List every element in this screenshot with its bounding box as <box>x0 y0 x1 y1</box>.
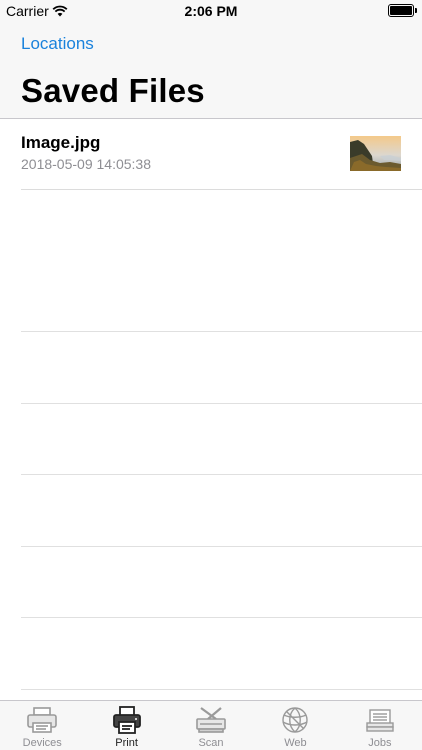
jobs-stack-icon <box>363 705 397 740</box>
tab-jobs[interactable]: Jobs <box>338 701 422 750</box>
row-separator <box>21 403 422 404</box>
file-name: Image.jpg <box>21 133 101 152</box>
battery-icon <box>388 4 417 17</box>
tab-label: Jobs <box>368 737 392 749</box>
status-bar: Carrier 2:06 PM <box>0 0 422 22</box>
tab-bar: Devices Print Scan Web Jobs <box>0 700 422 750</box>
row-separator <box>21 331 422 332</box>
print-icon <box>110 705 144 740</box>
globe-icon <box>278 705 312 740</box>
landscape-photo-thumbnail-icon <box>350 136 401 171</box>
row-separator <box>21 546 422 547</box>
scanner-icon <box>194 705 228 740</box>
list-item[interactable]: Image.jpg 2018-05-09 14:05:38 <box>21 119 422 190</box>
tab-devices[interactable]: Devices <box>0 701 84 750</box>
tab-label: Devices <box>22 737 62 749</box>
tab-label: Web <box>284 737 307 749</box>
row-separator <box>21 689 422 690</box>
row-separator <box>21 474 422 475</box>
printer-device-icon <box>25 705 59 740</box>
tab-scan[interactable]: Scan <box>169 701 253 750</box>
page-title: Saved Files <box>21 72 205 109</box>
tab-label: Scan <box>198 737 224 749</box>
tab-print[interactable]: Print <box>84 701 168 750</box>
row-separator <box>21 617 422 618</box>
status-time: 2:06 PM <box>184 3 238 19</box>
tab-label: Print <box>115 737 138 749</box>
navigation-bar: Locations Saved Files <box>0 22 422 119</box>
saved-files-list: Image.jpg 2018-05-09 14:05:38 <box>0 119 422 190</box>
file-date: 2018-05-09 14:05:38 <box>21 156 151 172</box>
locations-back-button[interactable]: Locations <box>21 34 94 54</box>
tab-web[interactable]: Web <box>253 701 337 750</box>
